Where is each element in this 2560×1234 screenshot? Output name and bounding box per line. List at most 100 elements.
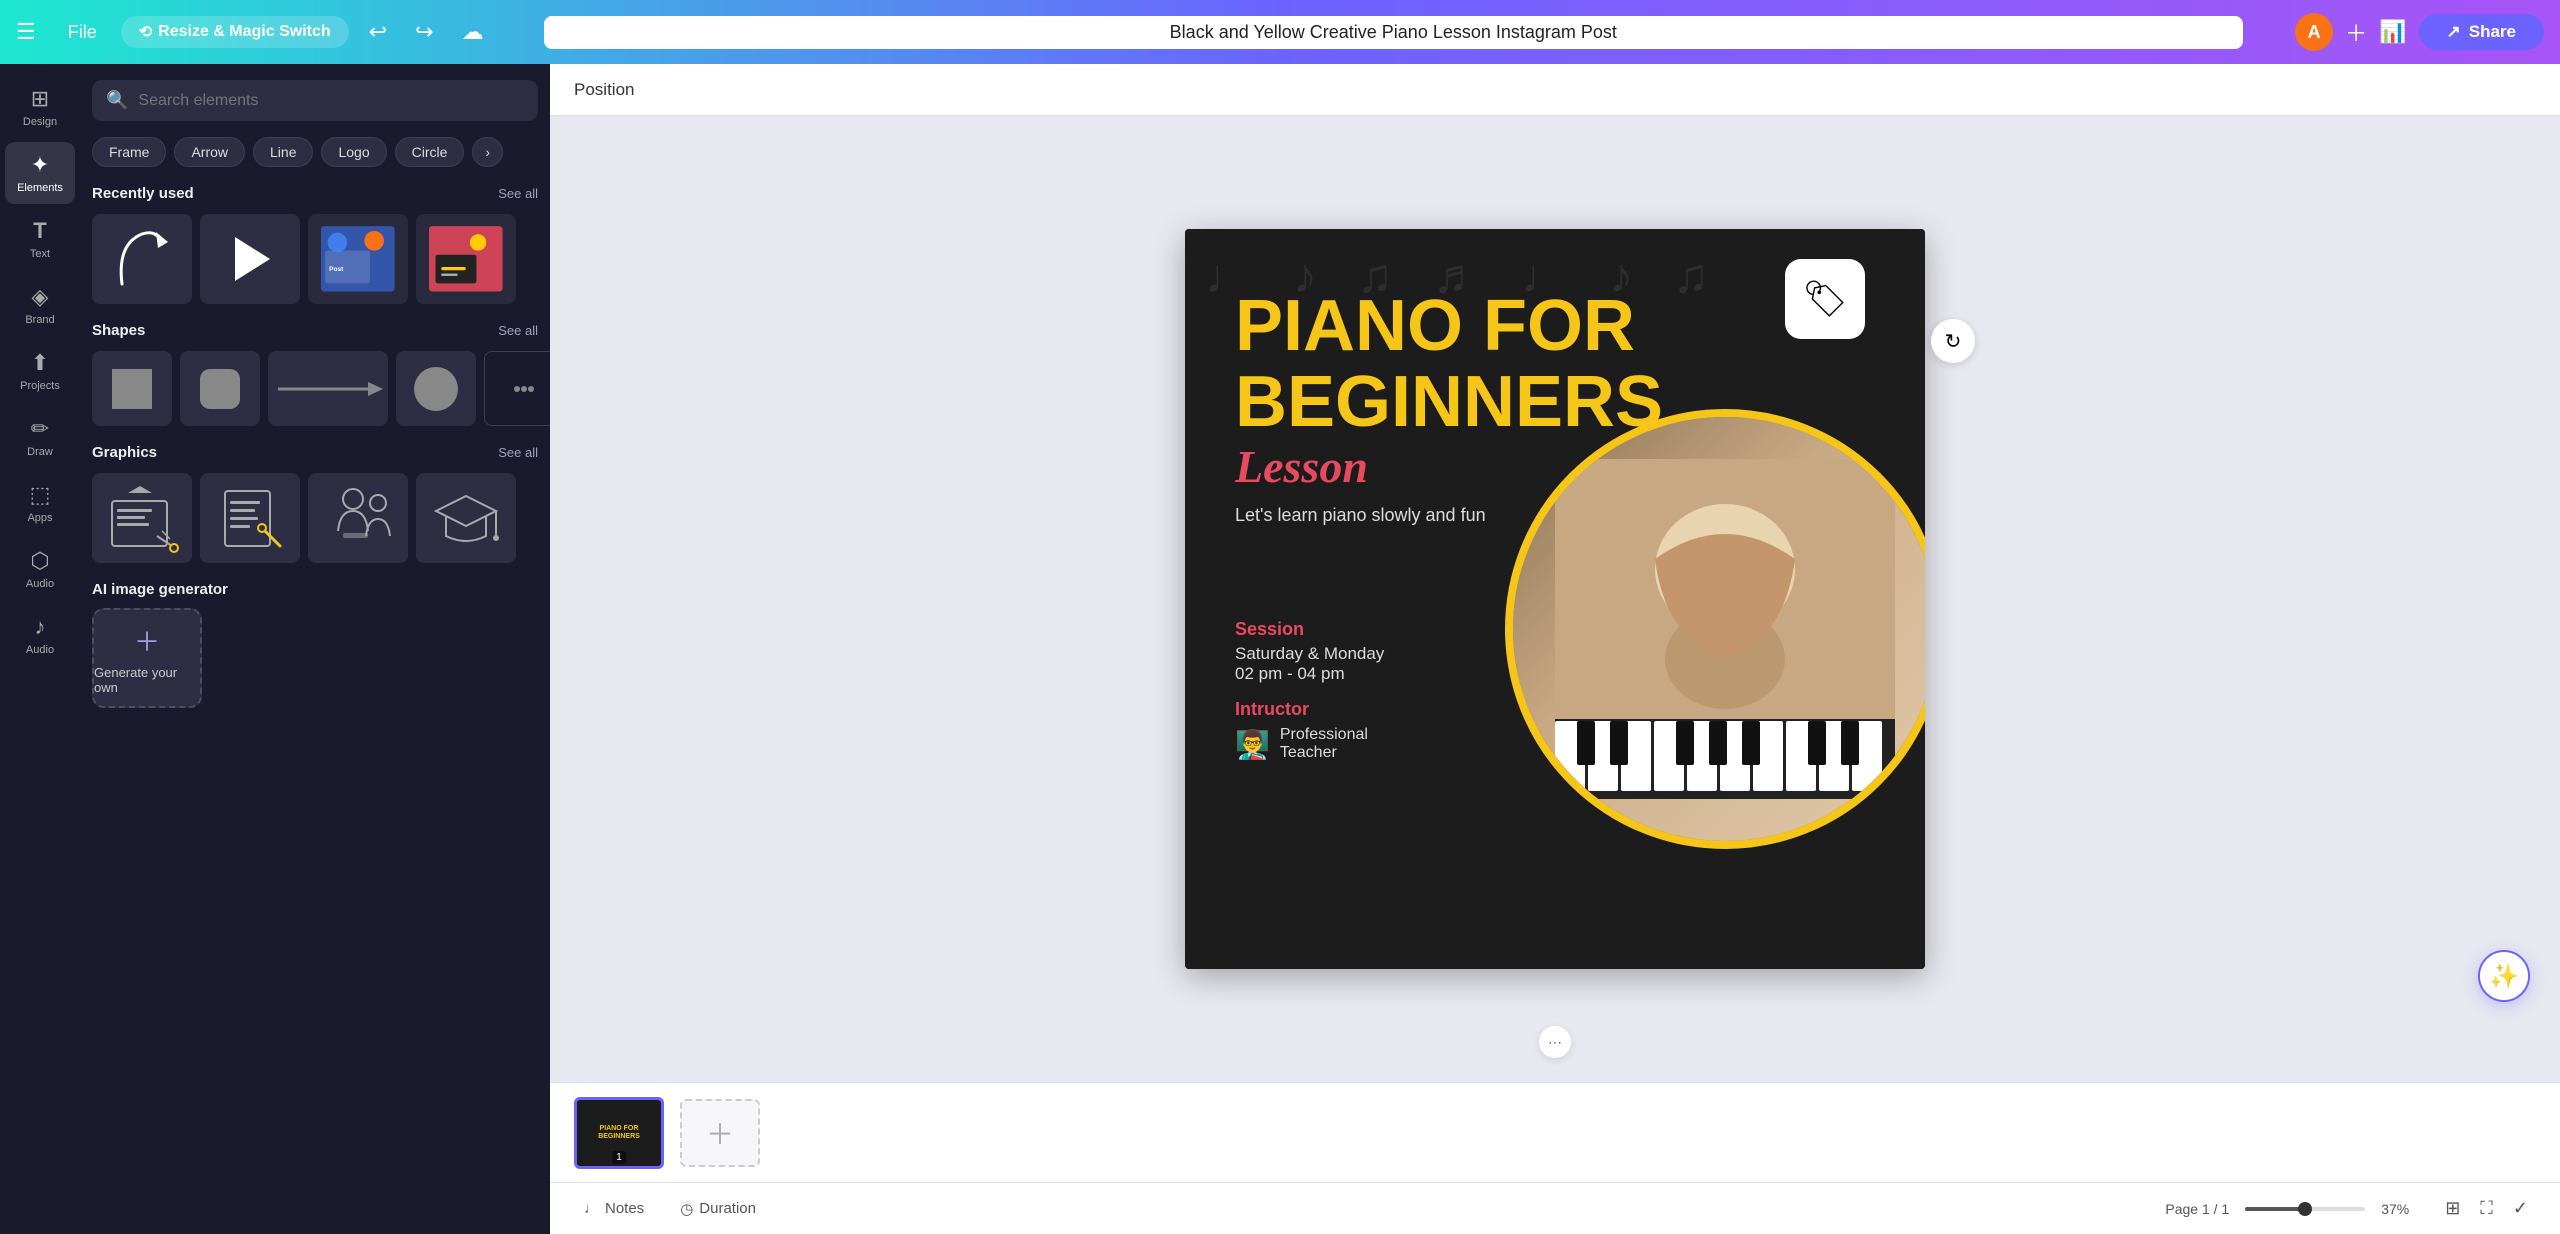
document-title: Black and Yellow Creative Piano Lesson I… <box>544 16 2244 49</box>
page-number-1: 1 <box>612 1151 626 1164</box>
refresh-button[interactable]: ↻ <box>1931 319 1975 363</box>
magic-switch-button[interactable]: ⟲ Resize & Magic Switch <box>121 16 349 48</box>
zoom-value: 37% <box>2381 1201 2421 1217</box>
uploads-icon: ⬆ <box>31 350 49 376</box>
duration-button[interactable]: ◷ Duration <box>670 1195 766 1223</box>
recently-used-grid: Post <box>92 214 538 304</box>
design-icon: ⊞ <box>31 86 49 112</box>
sidebar-item-audio[interactable]: ♪ Audio <box>5 604 75 666</box>
zoom-slider[interactable] <box>2245 1207 2365 1211</box>
filter-frame[interactable]: Frame <box>92 137 166 167</box>
filter-logo[interactable]: Logo <box>321 137 386 167</box>
invite-button[interactable]: ＋ <box>2345 16 2367 48</box>
zoom-slider-thumb[interactable] <box>2298 1202 2312 1216</box>
sidebar-item-apps[interactable]: ⬡ Audio <box>5 538 75 600</box>
menu-icon[interactable]: ☰ <box>16 19 36 45</box>
recently-used-item-arrow-triangle[interactable] <box>200 214 300 304</box>
graphics-see-all[interactable]: See all <box>498 445 538 460</box>
zoom-slider-fill <box>2245 1207 2305 1211</box>
instructor-block: Intructor 👨‍🏫 Professional Teacher <box>1235 699 1368 762</box>
recently-used-title: Recently used <box>92 185 194 202</box>
graphics-header: Graphics See all <box>92 444 538 461</box>
recently-used-item-arrow-curve[interactable] <box>92 214 192 304</box>
sidebar-item-design-label: Design <box>23 116 57 128</box>
graphic-tutor[interactable] <box>308 473 408 563</box>
recently-used-item-graphic-2[interactable] <box>416 214 516 304</box>
title-line1: PIANO FOR <box>1235 289 1663 365</box>
draw-icon: ✏ <box>31 416 49 442</box>
filter-arrow[interactable]: Arrow <box>174 137 245 167</box>
instructor-label: Intructor <box>1235 699 1368 720</box>
topbar-right: A ＋ 📊 ↗ Share <box>2295 13 2544 51</box>
recently-used-item-social-graphic[interactable]: Post <box>308 214 408 304</box>
shape-arrow-line[interactable] <box>268 351 388 426</box>
session-days: Saturday & Monday <box>1235 644 1384 664</box>
text-icon: T <box>33 218 46 244</box>
graphic-notepad-pen[interactable] <box>200 473 300 563</box>
filter-line[interactable]: Line <box>253 137 313 167</box>
main-layout: ⊞ Design ✦ Elements T Text ◈ Brand ⬆ Pro… <box>0 64 2560 1234</box>
grid-view-button[interactable]: ⊞ <box>2437 1194 2468 1223</box>
shapes-see-all[interactable]: See all <box>498 323 538 338</box>
brand-icon: ◈ <box>32 284 49 310</box>
sidebar-item-draw-label: Draw <box>27 446 53 458</box>
ai-generate-label: Generate your own <box>94 665 200 695</box>
sidebar-item-design[interactable]: ⊞ Design <box>5 76 75 138</box>
ai-generate-button[interactable]: ＋ Generate your own <box>92 608 202 708</box>
graphics-title: Graphics <box>92 444 157 461</box>
sidebar-item-text[interactable]: T Text <box>5 208 75 270</box>
shape-circle[interactable] <box>396 351 476 426</box>
notes-icon: ♩ <box>584 1200 599 1217</box>
undo-button[interactable]: ↩ <box>361 15 395 49</box>
position-label: Position <box>574 80 634 100</box>
shape-more[interactable] <box>484 351 550 426</box>
graphic-graduation[interactable] <box>416 473 516 563</box>
sidebar-item-elements[interactable]: ✦ Elements <box>5 142 75 204</box>
sidebar-item-projects[interactable]: ⬚ Apps <box>5 472 75 534</box>
shapes-header: Shapes See all <box>92 322 538 339</box>
shape-square[interactable] <box>92 351 172 426</box>
share-button[interactable]: ↗ Share <box>2419 14 2545 50</box>
shape-rounded-rect[interactable] <box>180 351 260 426</box>
session-block: Session Saturday & Monday 02 pm - 04 pm <box>1235 619 1384 684</box>
file-menu-button[interactable]: File <box>56 16 109 49</box>
filter-more[interactable]: › <box>472 137 503 167</box>
collapse-handle[interactable]: ⋯ <box>1539 1026 1571 1058</box>
user-avatar[interactable]: A <box>2295 13 2333 51</box>
cloud-save-button[interactable]: ☁ <box>454 15 492 49</box>
ai-image-generator-section: AI image generator ＋ Generate your own <box>92 581 538 708</box>
piano-illustration <box>1513 417 1925 841</box>
redo-button[interactable]: ↪ <box>407 15 441 49</box>
view-buttons: ⊞ ⛶ ✓ <box>2437 1194 2536 1223</box>
recently-used-header: Recently used See all <box>92 185 538 202</box>
status-bar: ♩ Notes ◷ Duration Page 1 / 1 37% ⊞ ⛶ ✓ <box>550 1182 2560 1234</box>
search-box[interactable]: 🔍 <box>92 80 538 121</box>
svg-text:Post: Post <box>329 266 344 273</box>
magic-assistant-button[interactable]: ✨ <box>2478 950 2530 1002</box>
analytics-button[interactable]: 📊 <box>2379 19 2406 45</box>
check-button[interactable]: ✓ <box>2505 1194 2536 1223</box>
filter-circle[interactable]: Circle <box>395 137 465 167</box>
notes-button[interactable]: ♩ Notes <box>574 1195 654 1222</box>
sidebar-item-draw[interactable]: ✏ Draw <box>5 406 75 468</box>
projects-icon: ⬚ <box>30 482 51 508</box>
session-label: Session <box>1235 619 1384 640</box>
graphic-graduate-writing[interactable] <box>92 473 192 563</box>
instructor-text: Professional <box>1280 726 1368 744</box>
search-icon: 🔍 <box>106 90 128 111</box>
recently-used-see-all[interactable]: See all <box>498 186 538 201</box>
notes-label: Notes <box>605 1200 644 1217</box>
elements-icon: ✦ <box>31 152 49 178</box>
canvas-viewport[interactable]: ♩♪♫♬ ♩♪♫ 🏷 PIANO FOR BEGINNERS Lesson Le… <box>550 116 2560 1082</box>
sidebar-item-brand[interactable]: ◈ Brand <box>5 274 75 336</box>
canvas-area: Position ♩♪♫♬ ♩♪♫ 🏷 PIANO FOR BEGINNERS <box>550 64 2560 1234</box>
add-page-button[interactable]: ＋ <box>680 1099 760 1167</box>
sidebar-item-uploads[interactable]: ⬆ Projects <box>5 340 75 402</box>
fullscreen-button[interactable]: ⛶ <box>2472 1194 2501 1223</box>
search-input[interactable] <box>138 92 524 110</box>
sidebar-item-projects-label: Apps <box>27 512 52 524</box>
duration-icon: ◷ <box>680 1200 693 1218</box>
icon-nav: ⊞ Design ✦ Elements T Text ◈ Brand ⬆ Pro… <box>0 64 80 1234</box>
page-thumbnail-1[interactable]: PIANO FORBEGINNERS 1 <box>574 1097 664 1169</box>
design-card[interactable]: ♩♪♫♬ ♩♪♫ 🏷 PIANO FOR BEGINNERS Lesson Le… <box>1185 229 1925 969</box>
